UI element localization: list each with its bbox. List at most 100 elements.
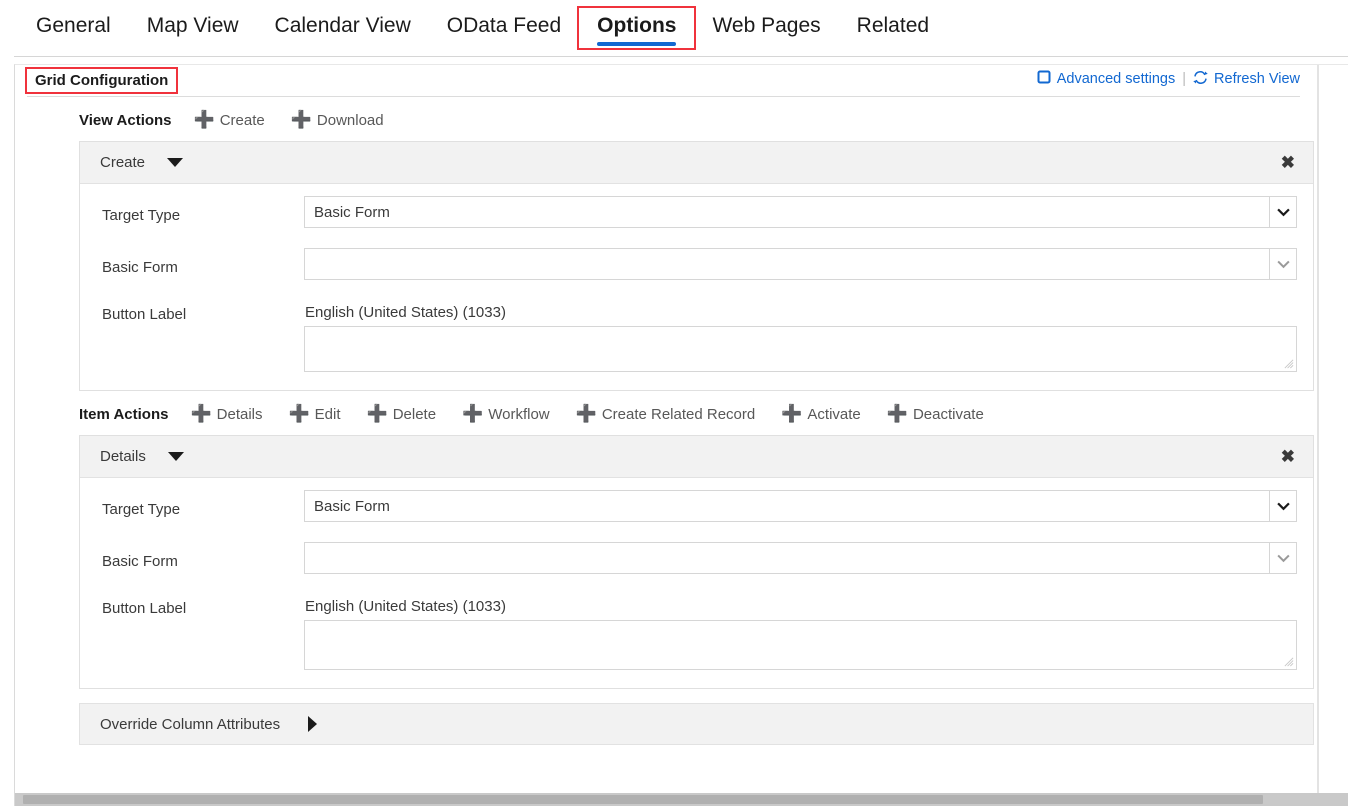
horizontal-scrollbar-thumb[interactable] bbox=[23, 795, 1263, 804]
create-button-label-language: English (United States) (1033) bbox=[304, 300, 1297, 326]
resize-grip-icon[interactable] bbox=[1283, 358, 1294, 369]
tab-web-pages[interactable]: Web Pages bbox=[694, 8, 838, 48]
create-target-type-select[interactable]: Basic Form bbox=[304, 196, 1297, 228]
item-action-label: Create Related Record bbox=[602, 406, 755, 423]
details-button-label-row: Button Label English (United States) (10… bbox=[94, 594, 1299, 670]
create-button-label-input[interactable] bbox=[304, 326, 1297, 372]
view-action-download-button[interactable]: ➕ Download bbox=[291, 111, 384, 129]
tab-general[interactable]: General bbox=[18, 8, 129, 48]
tab-label: Web Pages bbox=[712, 14, 820, 37]
create-card-header-left: Create bbox=[100, 154, 183, 171]
chevron-down-icon[interactable] bbox=[1269, 490, 1297, 522]
create-button-label-control: English (United States) (1033) bbox=[304, 300, 1299, 372]
details-target-type-select[interactable]: Basic Form bbox=[304, 490, 1297, 522]
tab-label: Calendar View bbox=[275, 14, 411, 37]
advanced-settings-button[interactable]: Advanced settings bbox=[1037, 70, 1176, 88]
tabbar-divider bbox=[14, 56, 1348, 57]
plus-icon: ➕ bbox=[367, 405, 388, 422]
tab-options[interactable]: Options bbox=[579, 8, 694, 48]
item-action-workflow-button[interactable]: ➕ Workflow bbox=[462, 405, 550, 423]
section-header-links: Advanced settings | Refresh View bbox=[1037, 70, 1300, 92]
chevron-down-icon[interactable] bbox=[1269, 542, 1297, 574]
chevron-down-icon[interactable] bbox=[1269, 248, 1297, 280]
details-action-card: Details ✖ Target Type Basic Form bbox=[79, 435, 1314, 689]
refresh-sync-icon bbox=[1193, 70, 1208, 89]
item-action-deactivate-button[interactable]: ➕ Deactivate bbox=[887, 405, 984, 423]
create-card-body: Target Type Basic Form Bas bbox=[80, 184, 1313, 390]
details-basic-form-select[interactable] bbox=[304, 542, 1297, 574]
tab-label: General bbox=[36, 14, 111, 37]
details-basic-form-label: Basic Form bbox=[94, 542, 304, 570]
advanced-settings-label: Advanced settings bbox=[1057, 71, 1176, 87]
plus-icon: ➕ bbox=[781, 405, 802, 422]
item-actions-label: Item Actions bbox=[79, 406, 168, 423]
details-card-header: Details ✖ bbox=[80, 436, 1313, 478]
details-card-header-left: Details bbox=[100, 448, 184, 465]
square-outline-icon bbox=[1037, 70, 1051, 88]
create-target-type-row: Target Type Basic Form bbox=[94, 196, 1299, 248]
plus-icon: ➕ bbox=[291, 111, 312, 128]
details-target-type-value: Basic Form bbox=[305, 498, 390, 515]
tab-label: OData Feed bbox=[447, 14, 561, 37]
vertical-scrollbar[interactable] bbox=[1318, 65, 1348, 806]
details-basic-form-row: Basic Form bbox=[94, 542, 1299, 594]
create-button-label-label: Button Label bbox=[94, 300, 304, 323]
page-title: Grid Configuration bbox=[27, 69, 176, 92]
create-target-type-label: Target Type bbox=[94, 196, 304, 224]
tab-label: Options bbox=[597, 14, 676, 37]
tab-bar: General Map View Calendar View OData Fee… bbox=[0, 0, 1362, 56]
refresh-view-label: Refresh View bbox=[1214, 71, 1300, 87]
grid-configuration-body: View Actions ➕ Create ➕ Download Create … bbox=[27, 97, 1318, 803]
details-button-label-label: Button Label bbox=[94, 594, 304, 617]
details-card-body: Target Type Basic Form Bas bbox=[80, 478, 1313, 688]
create-target-type-control: Basic Form bbox=[304, 196, 1299, 228]
details-button-label-control: English (United States) (1033) bbox=[304, 594, 1299, 670]
plus-icon: ➕ bbox=[289, 405, 310, 422]
view-action-create-button[interactable]: ➕ Create bbox=[194, 111, 265, 129]
view-action-label: Download bbox=[317, 112, 384, 129]
item-action-label: Deactivate bbox=[913, 406, 984, 423]
details-card-title: Details bbox=[100, 448, 146, 465]
item-action-activate-button[interactable]: ➕ Activate bbox=[781, 405, 861, 423]
section-header: Grid Configuration Advanced settings | bbox=[27, 65, 1300, 97]
details-button-label-input[interactable] bbox=[304, 620, 1297, 670]
tab-related[interactable]: Related bbox=[839, 8, 947, 48]
override-column-attributes-section[interactable]: Override Column Attributes bbox=[79, 703, 1314, 745]
create-target-type-value: Basic Form bbox=[305, 204, 390, 221]
refresh-view-button[interactable]: Refresh View bbox=[1193, 70, 1300, 89]
view-action-label: Create bbox=[220, 112, 265, 129]
close-icon[interactable]: ✖ bbox=[1281, 154, 1295, 171]
resize-grip-icon[interactable] bbox=[1283, 656, 1294, 667]
header-link-separator: | bbox=[1182, 71, 1186, 87]
create-action-card: Create ✖ Target Type Basic Form bbox=[79, 141, 1314, 391]
item-action-details-button[interactable]: ➕ Details bbox=[190, 405, 262, 423]
item-action-delete-button[interactable]: ➕ Delete bbox=[367, 405, 437, 423]
horizontal-scrollbar[interactable] bbox=[15, 793, 1348, 806]
caret-right-icon[interactable] bbox=[308, 716, 317, 732]
create-basic-form-control bbox=[304, 248, 1299, 280]
item-action-label: Workflow bbox=[488, 406, 549, 423]
plus-icon: ➕ bbox=[887, 405, 908, 422]
create-card-title: Create bbox=[100, 154, 145, 171]
details-target-type-row: Target Type Basic Form bbox=[94, 490, 1299, 542]
tab-active-underline bbox=[597, 42, 676, 46]
chevron-down-icon[interactable] bbox=[168, 452, 184, 461]
create-basic-form-select[interactable] bbox=[304, 248, 1297, 280]
item-action-label: Edit bbox=[315, 406, 341, 423]
create-basic-form-label: Basic Form bbox=[94, 248, 304, 276]
item-action-label: Details bbox=[217, 406, 263, 423]
item-action-edit-button[interactable]: ➕ Edit bbox=[289, 405, 341, 423]
tab-odata-feed[interactable]: OData Feed bbox=[429, 8, 579, 48]
tab-map-view[interactable]: Map View bbox=[129, 8, 257, 48]
create-card-header: Create ✖ bbox=[80, 142, 1313, 184]
plus-icon: ➕ bbox=[462, 405, 483, 422]
tab-calendar-view[interactable]: Calendar View bbox=[257, 8, 429, 48]
chevron-down-icon[interactable] bbox=[1269, 196, 1297, 228]
item-actions-toolbar: Item Actions ➕ Details ➕ Edit ➕ Delete ➕… bbox=[27, 391, 1318, 435]
chevron-down-icon[interactable] bbox=[167, 158, 183, 167]
item-action-create-related-record-button[interactable]: ➕ Create Related Record bbox=[576, 405, 756, 423]
close-icon[interactable]: ✖ bbox=[1281, 448, 1295, 465]
plus-icon: ➕ bbox=[194, 111, 215, 128]
tab-label: Related bbox=[857, 14, 929, 37]
view-actions-label: View Actions bbox=[79, 112, 172, 129]
